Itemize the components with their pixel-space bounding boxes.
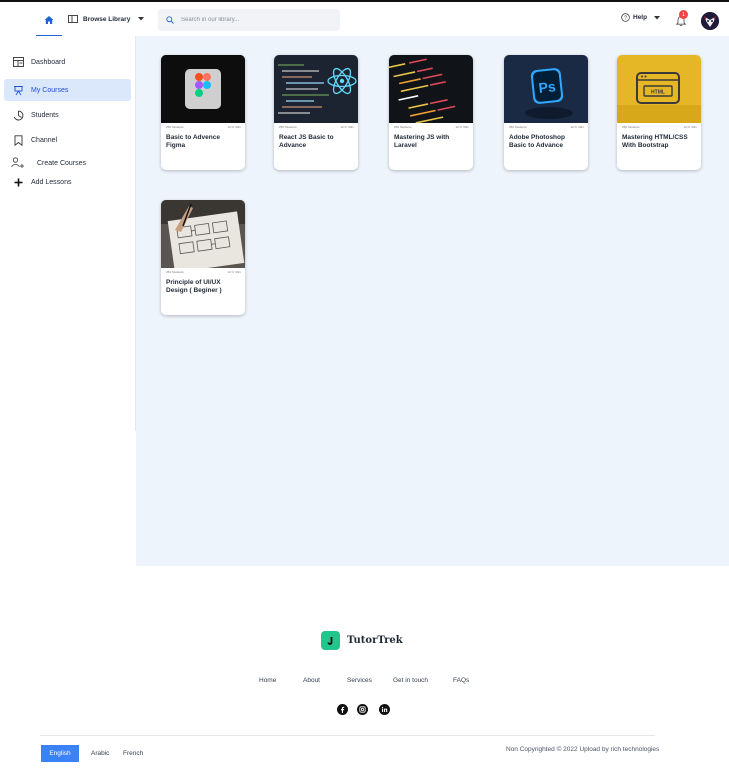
search-icon xyxy=(166,16,174,24)
course-duration: 12 hr 30m xyxy=(227,270,241,274)
brand-name: TutorTrek xyxy=(347,635,403,646)
instagram-icon[interactable] xyxy=(357,704,368,715)
course-meta: 250 Students 12 hr 30m xyxy=(161,123,245,131)
course-title: Mastering HTML/CSS With Bootstrap xyxy=(622,134,688,149)
students-count: 250 Students xyxy=(166,125,184,129)
caret-down-icon xyxy=(138,17,145,21)
footer-link-about[interactable]: About xyxy=(303,677,320,684)
sidebar: Dashboard My Courses Students Channel Cr… xyxy=(0,36,136,431)
linkedin-icon[interactable] xyxy=(379,704,390,715)
sidebar-item-add-lessons[interactable]: Add Lessons xyxy=(4,171,131,193)
course-meta: 250 Students 12 hr 30m xyxy=(274,123,358,131)
plus-icon xyxy=(11,175,25,189)
course-meta: 250 Students 12 hr 30m xyxy=(617,123,701,131)
students-count: 250 Students xyxy=(394,125,412,129)
students-count: 250 Students xyxy=(509,125,527,129)
notification-badge: 1 xyxy=(679,10,688,19)
course-duration: 12 hr 30m xyxy=(455,125,469,129)
sidebar-item-label: Students xyxy=(31,111,59,119)
course-duration: 12 hr 30m xyxy=(227,125,241,129)
svg-text:HTML: HTML xyxy=(651,90,665,96)
sidebar-item-label: Channel xyxy=(31,136,58,144)
course-card[interactable]: 250 Students 12 hr 30m Mastering JS with … xyxy=(389,55,473,170)
students-icon xyxy=(11,108,25,122)
footer-link-services[interactable]: Services xyxy=(347,677,372,684)
search-bar xyxy=(158,9,340,31)
search-input[interactable] xyxy=(179,16,333,24)
language-english[interactable]: English xyxy=(41,745,79,762)
footer-brand[interactable]: TutorTrek xyxy=(321,631,403,650)
help-icon: ? xyxy=(621,13,630,22)
course-duration: 12 hr 30m xyxy=(683,125,697,129)
course-duration: 12 hr 30m xyxy=(570,125,584,129)
course-card[interactable]: 250 Students 12 hr 30m Basic to Advence F… xyxy=(161,55,245,170)
sidebar-item-label: Dashboard xyxy=(31,58,66,66)
browse-library-menu[interactable]: Browse Library xyxy=(68,11,145,27)
caret-down-icon xyxy=(654,15,661,19)
sidebar-item-my-courses[interactable]: My Courses xyxy=(4,79,131,101)
top-header: Browse Library ? Help 1 xyxy=(0,2,729,37)
home-icon xyxy=(44,15,54,24)
course-thumbnail-code xyxy=(389,55,473,123)
course-meta: 250 Students 12 hr 30m xyxy=(161,268,245,276)
course-title: Principle of UI/UX Design ( Beginer ) xyxy=(166,279,222,294)
facebook-icon[interactable] xyxy=(337,704,348,715)
bookmark-icon xyxy=(11,133,25,147)
copyright-text: Non Copyrighted © 2022 Upload by rich te… xyxy=(506,746,660,753)
sidebar-item-label: Add Lessons xyxy=(31,178,72,186)
footer-link-home[interactable]: Home xyxy=(259,677,276,684)
sidebar-item-students[interactable]: Students xyxy=(4,104,131,126)
course-thumbnail-react xyxy=(274,55,358,123)
course-meta: 250 Students 12 hr 30m xyxy=(504,123,588,131)
book-icon xyxy=(68,15,78,23)
course-card[interactable]: Ps 250 Students 12 hr 30m Adobe Photoshop… xyxy=(504,55,588,170)
course-thumbnail-figma xyxy=(161,55,245,123)
browse-library-label: Browse Library xyxy=(83,15,131,23)
students-count: 250 Students xyxy=(279,125,297,129)
language-french[interactable]: French xyxy=(123,745,143,762)
course-thumbnail-photoshop: Ps xyxy=(504,55,588,123)
course-card[interactable]: HTML 250 Students 12 hr 30m Mastering HTM… xyxy=(617,55,701,170)
course-card[interactable]: 250 Students 12 hr 30m React JS Basic to … xyxy=(274,55,358,170)
course-title: Adobe Photoshop Basic to Advance xyxy=(509,134,565,149)
sidebar-item-label: Create Courses xyxy=(37,159,87,167)
sidebar-item-label: My Courses xyxy=(31,86,69,94)
svg-text:?: ? xyxy=(624,15,627,21)
students-count: 250 Students xyxy=(166,270,184,274)
dashboard-icon xyxy=(11,55,25,69)
course-card[interactable]: 250 Students 12 hr 30m Principle of UI/UX… xyxy=(161,200,245,315)
footer-link-faqs[interactable]: FAQs xyxy=(453,677,469,684)
footer-divider xyxy=(40,735,655,736)
language-arabic[interactable]: Arabic xyxy=(91,745,109,762)
courses-icon xyxy=(11,83,25,97)
course-title: React JS Basic to Advance xyxy=(279,134,334,149)
add-user-icon xyxy=(11,156,25,170)
avatar[interactable] xyxy=(701,12,719,30)
course-thumbnail-html: HTML xyxy=(617,55,701,123)
home-button[interactable] xyxy=(36,4,62,37)
svg-text:Ps: Ps xyxy=(538,78,557,96)
help-menu[interactable]: ? Help xyxy=(621,13,661,22)
course-thumbnail-sketch xyxy=(161,200,245,268)
course-duration: 12 hr 30m xyxy=(340,125,354,129)
students-count: 250 Students xyxy=(622,125,640,129)
help-label: Help xyxy=(633,14,648,21)
course-meta: 250 Students 12 hr 30m xyxy=(389,123,473,131)
footer-link-get-in-touch[interactable]: Get in touch xyxy=(393,677,428,684)
logo-icon xyxy=(321,631,340,650)
sidebar-item-channel[interactable]: Channel xyxy=(4,129,131,151)
course-title: Basic to Advence Figma xyxy=(166,134,220,149)
course-title: Mastering JS with Laravel xyxy=(394,134,450,149)
courses-panel: 250 Students 12 hr 30m Basic to Advence F… xyxy=(136,36,729,566)
sidebar-item-dashboard[interactable]: Dashboard xyxy=(4,51,131,73)
